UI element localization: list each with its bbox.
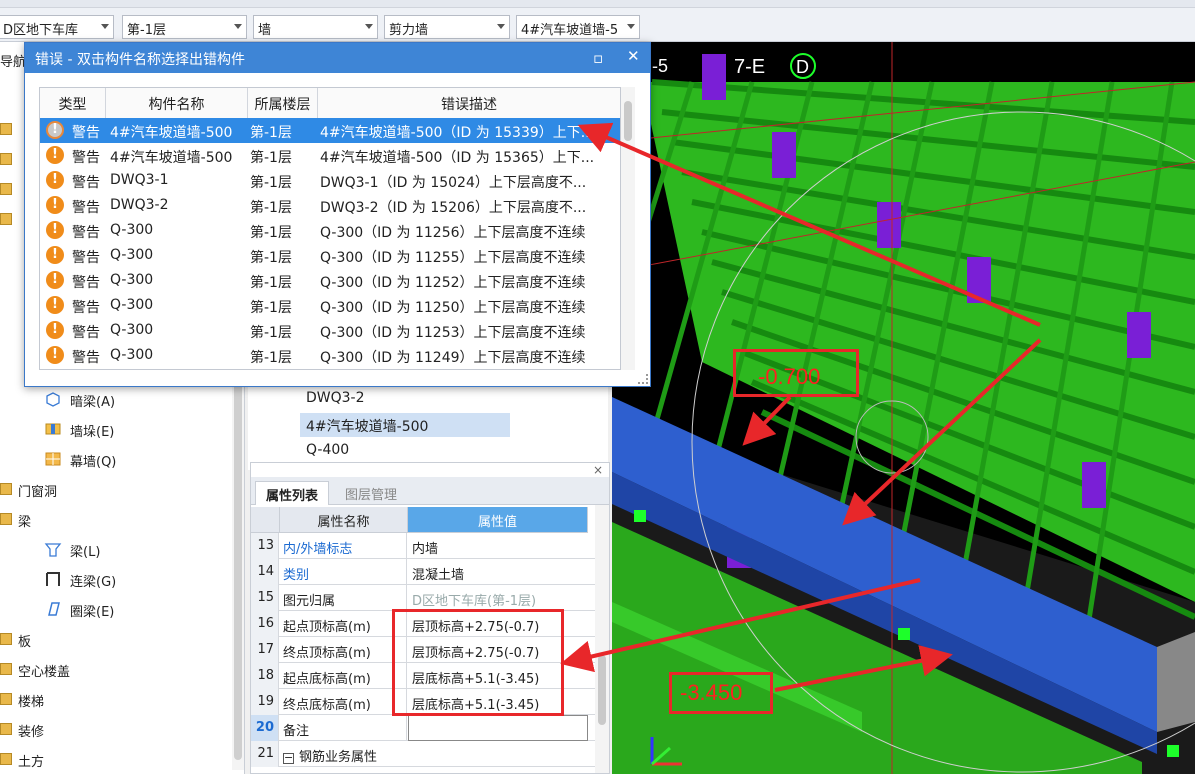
arrow [742,395,792,446]
arrow [577,122,1041,327]
arrow [774,645,953,692]
arrow [842,338,1042,526]
annotation-arrows [560,122,1042,692]
arrow [560,578,921,673]
